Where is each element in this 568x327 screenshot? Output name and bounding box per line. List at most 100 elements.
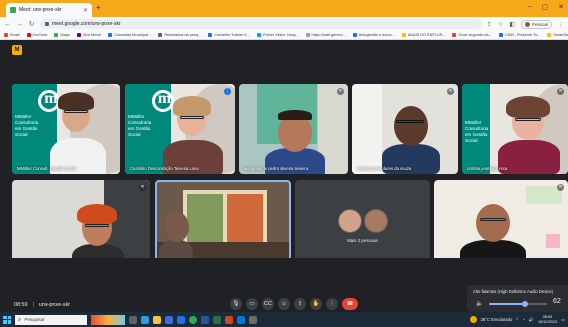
- bookmark-item[interactable]: ANAIS DO ENPLUS...: [401, 33, 445, 37]
- meet-activity-icon[interactable]: M: [12, 45, 22, 55]
- bookmark-favicon-icon: [257, 33, 262, 37]
- raise-hand-icon[interactable]: ✋: [310, 298, 322, 310]
- bookmark-label: Vivo Móvel: [82, 33, 102, 37]
- participant-tile[interactable]: Armando Rodrigues: [155, 180, 291, 270]
- chrome-icon[interactable]: [189, 315, 197, 324]
- participant-video: [265, 108, 325, 174]
- meet-control-bar: 08:59 | urw-pnxe-skr 🎙 ▭ CC ☺ ⇧ ✋ ⋮ ☎ Al…: [0, 258, 568, 312]
- bookmark-item[interactable]: https://mail.gerenc...: [305, 33, 346, 37]
- participant-tile[interactable]: ✕ Ivanilson dos dures da souza: [352, 84, 458, 174]
- mic-muted-icon: ✕: [557, 88, 564, 95]
- bookmark-item[interactable]: Conselho Tutelar G...: [208, 33, 250, 37]
- task-view-icon[interactable]: [129, 315, 137, 324]
- profile-label: Pessoal: [531, 21, 548, 27]
- participant-video: [163, 96, 223, 174]
- participant-name: MMüller Consult. Gestão Social: [17, 166, 76, 171]
- clock-date: 16/10/2023: [538, 319, 558, 324]
- bookmark-item[interactable]: Maps: [54, 33, 70, 37]
- edge-browser-icon[interactable]: [141, 315, 149, 324]
- participant-name: leanguna de pedro oliveira teixeira: [244, 166, 309, 171]
- volume-slider[interactable]: [489, 301, 547, 307]
- mic-muted-icon: ✕: [139, 184, 146, 191]
- meet-favicon-icon: [10, 7, 16, 13]
- volume-tray-icon[interactable]: 🔊: [529, 317, 534, 323]
- back-icon[interactable]: ←: [4, 21, 11, 28]
- minimize-icon[interactable]: –: [528, 3, 532, 11]
- excel-icon[interactable]: [213, 315, 221, 324]
- participant-tile[interactable]: MMüllerConsultoriaem GestãoSocial ⋮ Cust…: [125, 84, 235, 174]
- bookmark-label: Autogestão e autoo...: [358, 33, 395, 37]
- bookmark-favicon-icon: [158, 33, 163, 37]
- bookmark-item[interactable]: SmartSurvEr - U2C...: [547, 33, 568, 37]
- new-tab-icon[interactable]: +: [96, 4, 101, 12]
- present-icon[interactable]: ⇧: [294, 298, 306, 310]
- browser-tab[interactable]: Meet: urw-pnxe-skr ✕: [6, 3, 92, 17]
- brand-text: MMüller Consultoria em Gestão Social: [15, 114, 39, 137]
- share-icon[interactable]: ⇪: [487, 21, 492, 28]
- mic-muted-icon: ✕: [447, 88, 454, 95]
- photos-icon[interactable]: [237, 315, 245, 324]
- bookmark-item[interactable]: Resultados da pesq...: [158, 33, 201, 37]
- tab-title: Meet: urw-pnxe-skr: [19, 7, 62, 13]
- bookmark-item[interactable]: Ouvir segundo sis...: [452, 33, 492, 37]
- tray-chevron-icon[interactable]: ^: [516, 317, 518, 322]
- windows-start-icon[interactable]: [3, 315, 11, 324]
- participant-name: cristina jeamisch reca: [467, 166, 508, 171]
- speaker-icon[interactable]: 🔈: [476, 300, 483, 307]
- volume-slider-handle[interactable]: [521, 301, 528, 307]
- bookmark-item[interactable]: YouTube: [26, 33, 47, 37]
- more-participants-tile[interactable]: Mais 2 pessoas: [295, 180, 430, 270]
- menu-icon[interactable]: ⋮: [558, 21, 564, 28]
- bookmark-item[interactable]: Primer Video: Nosy...: [257, 33, 299, 37]
- bookmark-label: Conselho Tutelar G...: [214, 33, 251, 37]
- close-window-icon[interactable]: ✕: [558, 3, 564, 11]
- address-bar[interactable]: meet.google.com/urw-pnxe-skr: [40, 19, 482, 29]
- forward-icon[interactable]: →: [16, 21, 23, 28]
- participant-tile[interactable]: ✕ Maria Bonifacio: [12, 180, 150, 270]
- store-icon[interactable]: [165, 315, 173, 324]
- participant-tile[interactable]: ✕ leanguna de pedro oliveira teixeira: [239, 84, 348, 174]
- browser-tab-strip: Meet: urw-pnxe-skr ✕ + – ▢ ✕: [0, 0, 568, 17]
- extensions-icon[interactable]: ◧: [509, 21, 515, 28]
- network-icon[interactable]: ◔: [522, 317, 525, 322]
- camera-icon[interactable]: ▭: [246, 298, 258, 310]
- taskbar-clock[interactable]: 08:59 16/10/2023: [538, 315, 557, 324]
- participant-tile[interactable]: ✕ Luci Alves: [434, 180, 568, 270]
- captions-icon[interactable]: CC: [262, 298, 274, 310]
- bookmark-item[interactable]: Autogestão e autoo...: [352, 33, 395, 37]
- volume-popup: Alto-falantes (High Definition Audio Dev…: [467, 285, 568, 312]
- end-call-button[interactable]: ☎: [342, 298, 358, 310]
- bookmark-item[interactable]: Vivo Móvel: [76, 33, 102, 37]
- bookmark-label: https://mail.gerenc...: [311, 33, 346, 37]
- bookmark-favicon-icon: [352, 33, 357, 37]
- participant-tile[interactable]: MMüllerConsultoriaem GestãoSocial MMülle…: [12, 84, 120, 174]
- bookmark-item[interactable]: Email: [4, 33, 20, 37]
- bookmark-item[interactable]: Consultas Municipal...: [108, 33, 151, 37]
- bookmark-item[interactable]: CNM - Presente To...: [498, 33, 540, 37]
- tab-close-icon[interactable]: ✕: [83, 7, 88, 14]
- bookmark-favicon-icon: [76, 33, 81, 37]
- more-options-icon[interactable]: ⋮: [326, 298, 338, 310]
- emoji-icon[interactable]: ☺: [278, 298, 290, 310]
- bookmark-favicon-icon: [498, 33, 503, 37]
- bookmark-star-icon[interactable]: ☆: [498, 21, 503, 28]
- maximize-icon[interactable]: ▢: [542, 3, 549, 11]
- file-explorer-icon[interactable]: [153, 315, 161, 324]
- window-controls: – ▢ ✕: [528, 3, 564, 11]
- notifications-icon[interactable]: ▭: [561, 317, 565, 322]
- participant-tile[interactable]: MMüller Consultoria em Gestão Social ✕ cris…: [462, 84, 568, 174]
- search-highlight-banner[interactable]: [91, 314, 125, 325]
- mail-icon[interactable]: [177, 315, 185, 324]
- participant-video: [48, 92, 108, 174]
- taskbar-search[interactable]: ⌕ Pesquisar: [15, 314, 87, 325]
- speaking-indicator-icon: ⋮: [224, 88, 231, 95]
- microphone-icon[interactable]: 🎙: [230, 298, 242, 310]
- weather-icon[interactable]: [469, 316, 477, 323]
- bookmark-favicon-icon: [26, 33, 31, 37]
- reload-icon[interactable]: ↻: [28, 21, 35, 28]
- powerpoint-icon[interactable]: [225, 315, 233, 324]
- profile-button[interactable]: Pessoal: [520, 19, 552, 29]
- settings-icon[interactable]: [249, 315, 257, 324]
- word-icon[interactable]: [201, 315, 209, 324]
- meeting-code: urw-pnxe-skr: [38, 302, 71, 308]
